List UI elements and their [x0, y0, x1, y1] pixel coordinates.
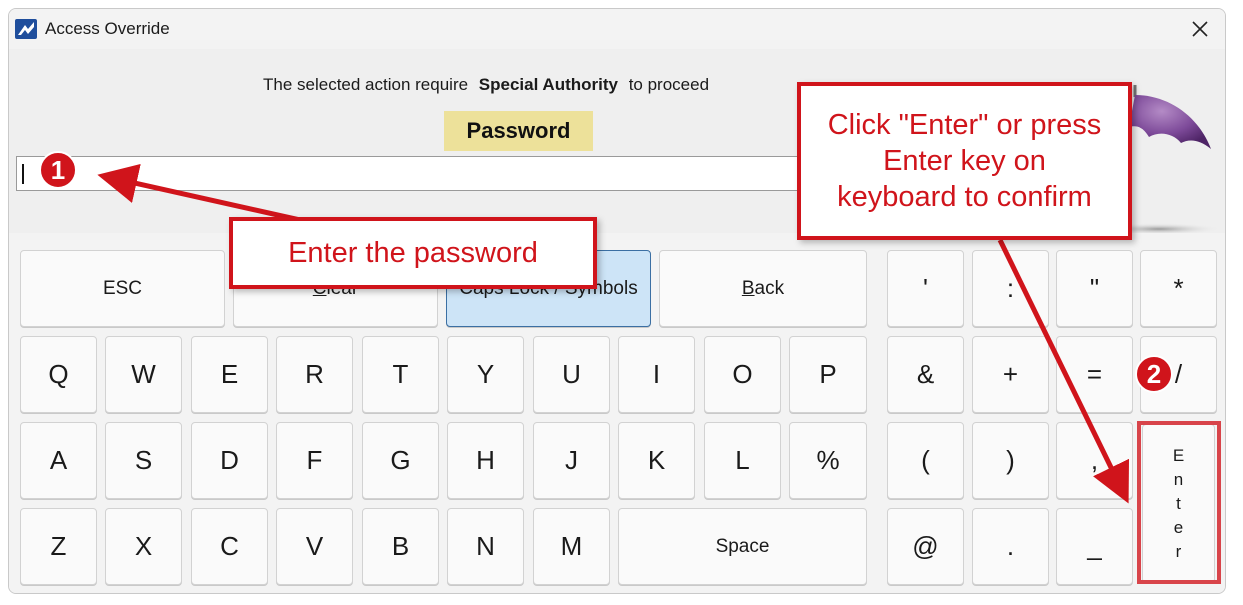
close-button[interactable]: [1185, 15, 1215, 43]
key-comma[interactable]: ,: [1056, 422, 1133, 499]
key-underscore[interactable]: _: [1056, 508, 1133, 585]
key-q[interactable]: Q: [20, 336, 97, 413]
key-apostrophe[interactable]: ': [887, 250, 964, 327]
key-esc[interactable]: ESC: [20, 250, 225, 327]
text-caret: [22, 164, 24, 184]
on-screen-keyboard: ESC Clear Caps Lock / Symbols Back Q W E…: [9, 233, 1225, 593]
key-k[interactable]: K: [618, 422, 695, 499]
key-h[interactable]: H: [447, 422, 524, 499]
key-colon[interactable]: :: [972, 250, 1049, 327]
key-j[interactable]: J: [533, 422, 610, 499]
enter-letter: e: [1173, 517, 1184, 537]
key-r[interactable]: R: [276, 336, 353, 413]
close-icon: [1192, 21, 1208, 37]
enter-letter: n: [1173, 469, 1184, 489]
key-open-paren[interactable]: (: [887, 422, 964, 499]
key-double-quote[interactable]: ": [1056, 250, 1133, 327]
key-equals[interactable]: =: [1056, 336, 1133, 413]
key-asterisk[interactable]: *: [1140, 250, 1217, 327]
override-content: The selected action require Special Auth…: [9, 49, 1225, 235]
key-ampersand[interactable]: &: [887, 336, 964, 413]
key-g[interactable]: G: [362, 422, 439, 499]
key-slash[interactable]: /: [1140, 336, 1217, 413]
key-percent[interactable]: %: [789, 422, 867, 499]
enter-letter: t: [1176, 493, 1181, 513]
key-y[interactable]: Y: [447, 336, 524, 413]
key-e[interactable]: E: [191, 336, 268, 413]
key-f[interactable]: F: [276, 422, 353, 499]
enter-letter: E: [1172, 445, 1185, 465]
key-c[interactable]: C: [191, 508, 268, 585]
access-override-window: Access Override The selected action requ…: [8, 8, 1226, 594]
key-enter[interactable]: E n t e r: [1142, 424, 1215, 583]
key-w[interactable]: W: [105, 336, 182, 413]
prompt-text-before: The selected action require: [263, 75, 469, 94]
key-t[interactable]: T: [362, 336, 439, 413]
title-bar: Access Override: [9, 9, 1225, 49]
key-period[interactable]: .: [972, 508, 1049, 585]
key-d[interactable]: D: [191, 422, 268, 499]
key-l[interactable]: L: [704, 422, 781, 499]
key-s[interactable]: S: [105, 422, 182, 499]
key-caps-lock-symbols[interactable]: Caps Lock / Symbols: [446, 250, 651, 327]
umbrella-logo-icon: [1097, 85, 1219, 235]
key-back[interactable]: Back: [659, 250, 867, 327]
key-b[interactable]: B: [362, 508, 439, 585]
key-i[interactable]: I: [618, 336, 695, 413]
password-label: Password: [444, 111, 593, 151]
key-n[interactable]: N: [447, 508, 524, 585]
app-logo-icon: [15, 19, 37, 39]
authority-prompt: The selected action require Special Auth…: [263, 75, 709, 95]
window-title: Access Override: [45, 19, 170, 38]
key-v[interactable]: V: [276, 508, 353, 585]
key-u[interactable]: U: [533, 336, 610, 413]
key-plus[interactable]: +: [972, 336, 1049, 413]
key-at[interactable]: @: [887, 508, 964, 585]
password-input[interactable]: [16, 156, 878, 191]
prompt-text-after: to proceed: [628, 75, 710, 94]
key-clear[interactable]: Clear: [233, 250, 438, 327]
key-z[interactable]: Z: [20, 508, 97, 585]
key-close-paren[interactable]: ): [972, 422, 1049, 499]
prompt-text-bold: Special Authority: [478, 75, 618, 94]
key-o[interactable]: O: [704, 336, 781, 413]
key-x[interactable]: X: [105, 508, 182, 585]
key-space[interactable]: Space: [618, 508, 867, 585]
enter-letter: r: [1175, 541, 1182, 561]
key-p[interactable]: P: [789, 336, 867, 413]
key-m[interactable]: M: [533, 508, 610, 585]
key-a[interactable]: A: [20, 422, 97, 499]
